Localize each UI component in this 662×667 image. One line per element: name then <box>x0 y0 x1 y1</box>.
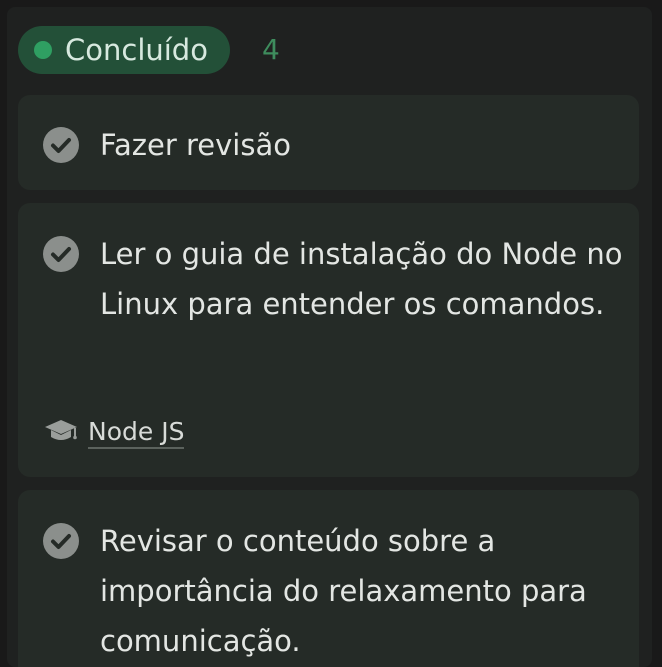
task-card[interactable]: Revisar o conteúdo sobre a importância d… <box>18 490 639 667</box>
column-header: Concluído 4 <box>18 26 280 74</box>
status-badge[interactable]: Concluído <box>18 26 230 74</box>
project-tag[interactable]: Node JS <box>44 417 185 449</box>
task-card[interactable]: Fazer revisão <box>18 95 639 190</box>
task-card[interactable]: Ler o guia de instalação do Node no Linu… <box>18 203 639 477</box>
status-dot-icon <box>34 41 52 59</box>
card-count: 4 <box>261 33 280 66</box>
task-title: Revisar o conteúdo sobre a importância d… <box>100 524 587 658</box>
check-circle-icon[interactable] <box>43 236 79 272</box>
status-label: Concluído <box>65 33 208 67</box>
check-circle-icon[interactable] <box>43 523 79 559</box>
task-title: Ler o guia de instalação do Node no Linu… <box>100 237 623 321</box>
project-tag-label[interactable]: Node JS <box>88 417 185 449</box>
graduation-cap-icon <box>44 417 78 449</box>
board-column-concluido: Concluído 4 Fazer revisão Ler o guia de … <box>7 7 652 667</box>
check-circle-icon[interactable] <box>43 127 79 163</box>
task-title: Fazer revisão <box>100 128 291 162</box>
